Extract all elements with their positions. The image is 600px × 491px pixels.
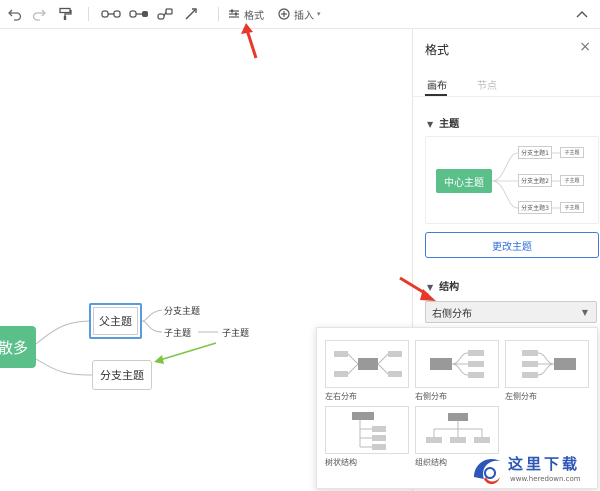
tab-divider [413,96,600,97]
change-theme-button[interactable]: 更改主题 [425,232,599,258]
structure-option-tree[interactable] [325,406,409,454]
active-tab-indicator [425,94,447,96]
preview-branch-2: 分支主题2 [518,174,552,187]
left-layout-icon [522,350,576,378]
preview-branch-1: 分支主题1 [518,146,552,159]
toolbar-separator [88,7,89,21]
insert-button[interactable]: 插入 ▾ [278,4,324,24]
watermark-logo-icon [474,458,500,485]
structure-select-value: 右侧分布 [432,308,472,320]
parent-topic-node[interactable]: 父主题 [89,303,142,339]
toolbar: 格式 插入 ▾ [0,0,600,29]
preview-sub-1: 子主题 [560,147,584,158]
preview-sub-2: 子主题 [560,175,584,186]
format-sliders-icon [229,9,239,18]
right-layout-icon [430,350,484,378]
structure-section-label: 结构 [439,282,460,293]
collapse-toolbar-icon[interactable] [574,4,590,24]
format-button-label: 格式 [244,10,264,22]
structure-select[interactable]: 右侧分布 ▼ [425,301,597,323]
dropdown-caret-icon: ▼ [581,308,588,317]
subtopic-floating-label[interactable]: 子主题 [222,326,249,339]
structure-option-label: 树状结构 [325,458,357,467]
preview-sub-3: 子主题 [560,202,584,213]
collapse-triangle-icon: ▼ [427,120,434,129]
tree-layout-icon [352,412,386,450]
structure-option-right[interactable] [415,340,499,388]
undo-icon[interactable] [6,4,24,24]
theme-section-label: 主题 [439,119,460,130]
close-icon[interactable]: × [579,39,591,55]
theme-section-header[interactable]: ▼ 主题 [427,115,459,130]
format-painter-icon[interactable] [56,4,74,24]
tab-canvas[interactable]: 画布 [427,77,447,92]
subtopic-branch-label[interactable]: 分支主题 [164,304,200,317]
subtopic-child-label[interactable]: 子主题 [164,326,191,339]
annotation-arrow-structure [399,276,436,301]
plus-circle-icon [278,8,290,20]
central-topic-node[interactable]: 散多 [0,326,36,368]
left-right-layout-icon [334,351,402,377]
parent-topic-label: 父主题 [93,307,138,335]
insert-button-label: 插入 [294,10,314,22]
structure-option-label: 组织结构 [415,458,447,467]
watermark-url: www.heredown.com [510,475,581,483]
preview-center-topic: 中心主题 [436,169,492,193]
toolbar-separator [218,7,219,21]
redo-icon[interactable] [30,4,48,24]
preview-branch-3: 分支主题3 [518,201,552,214]
insert-sibling-icon[interactable] [100,4,122,24]
org-chart-layout-icon [426,413,490,443]
branch-topic-node[interactable]: 分支主题 [92,360,152,390]
format-button[interactable]: 格式 [228,4,268,24]
caret-down-icon: ▾ [317,10,321,18]
theme-preview[interactable]: 中心主题 分支主题1 分支主题2 分支主题3 子主题 子主题 子主题 [425,136,599,224]
panel-title: 格式 [425,43,450,57]
structure-option-left-right[interactable] [325,340,409,388]
tab-node[interactable]: 节点 [477,77,497,92]
structure-option-org[interactable] [415,406,499,454]
site-watermark: 这里下载 www.heredown.com [470,449,600,491]
structure-option-label: 左侧分布 [505,392,537,401]
structure-option-label: 左右分布 [325,392,357,401]
insert-parent-icon[interactable] [156,4,174,24]
relation-line-icon[interactable] [182,4,200,24]
structure-option-left[interactable] [505,340,589,388]
structure-option-label: 右侧分布 [415,392,447,401]
insert-child-icon[interactable] [128,4,150,24]
watermark-title: 这里下载 [508,455,581,473]
